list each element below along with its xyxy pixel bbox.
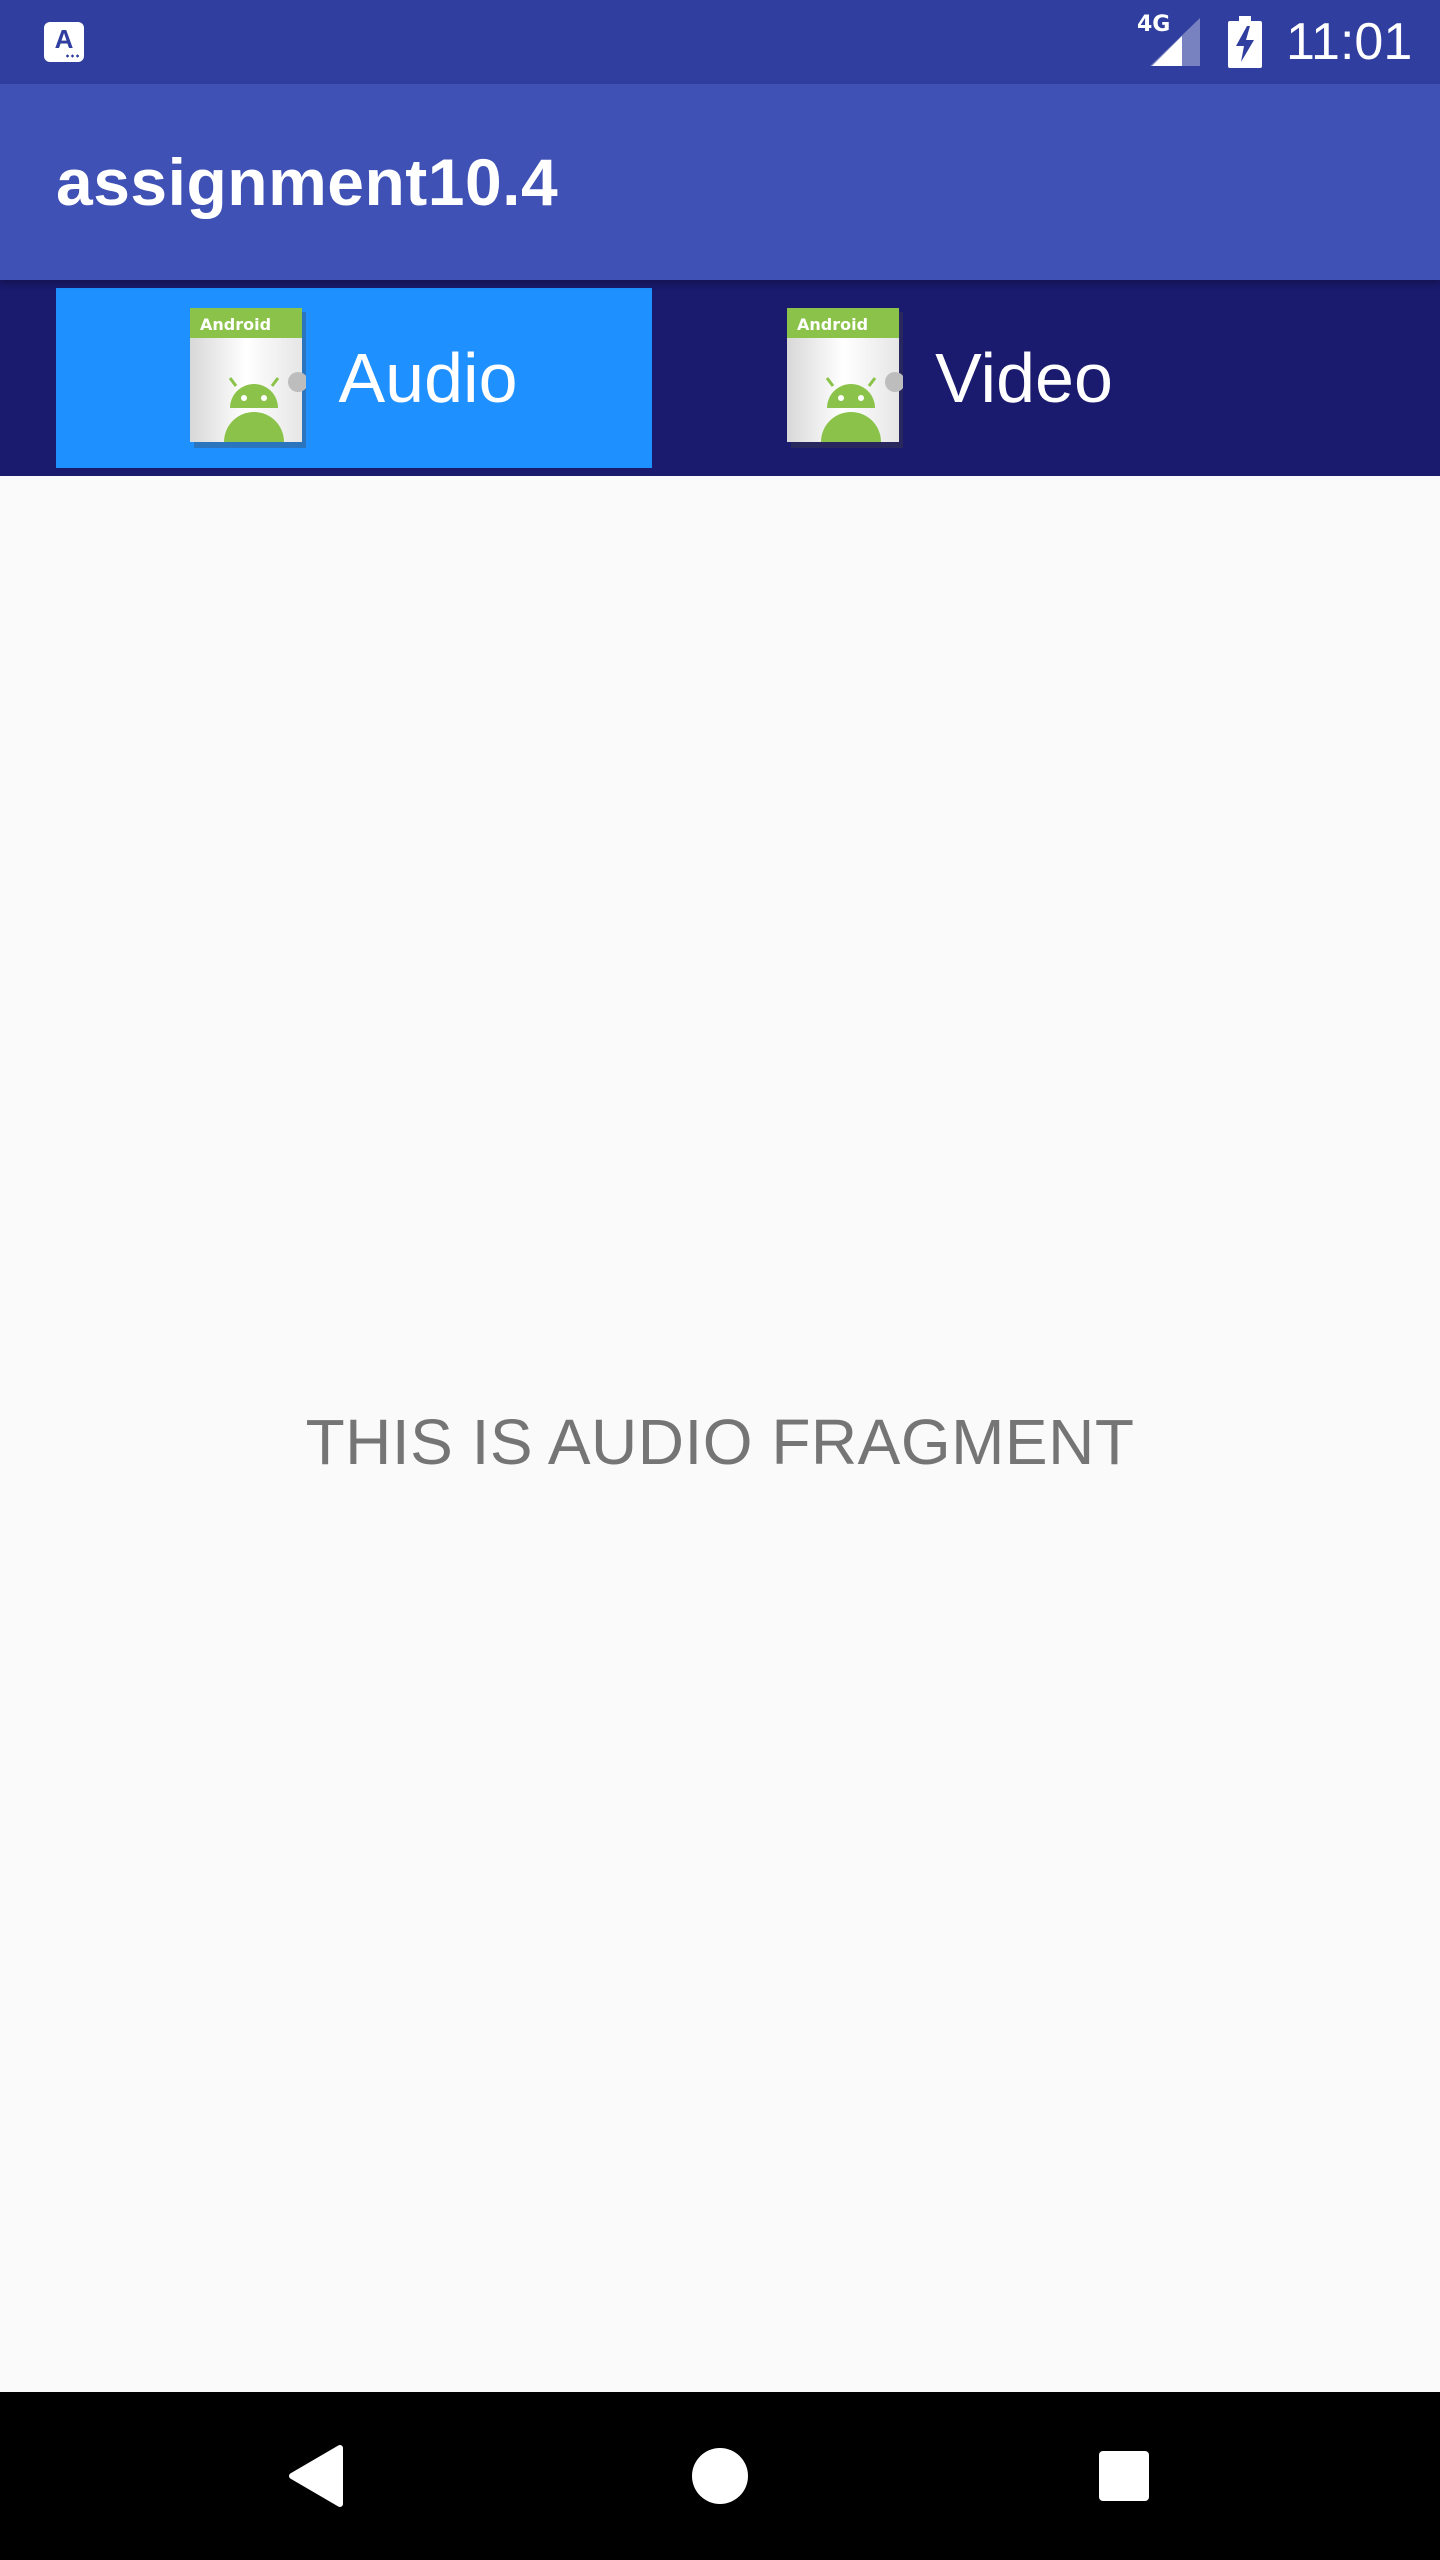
svg-text:Android: Android [797, 315, 868, 334]
tab-video-label: Video [935, 339, 1113, 417]
recents-button[interactable] [1084, 2436, 1164, 2516]
svg-text:Android: Android [200, 315, 271, 334]
status-bar: A 4G 11:01 [0, 0, 1440, 84]
app-bar: assignment10.4 [0, 84, 1440, 280]
notification-dots [65, 54, 79, 58]
android-icon: Android [190, 308, 307, 448]
notification-glyph: A [54, 24, 74, 54]
home-circle-icon [692, 2448, 748, 2504]
app-title: assignment10.4 [56, 145, 559, 219]
back-triangle-icon [289, 2445, 343, 2507]
tab-audio[interactable]: Android Audio [56, 288, 652, 468]
tab-bar: Android Audio Android Video [0, 280, 1440, 476]
home-button[interactable] [680, 2436, 760, 2516]
android-icon: Android [787, 308, 904, 448]
cell-signal-icon [1150, 18, 1200, 66]
recents-square-icon [1099, 2451, 1149, 2501]
status-time: 11:01 [1286, 13, 1413, 71]
fragment-message: THIS IS AUDIO FRAGMENT [305, 1406, 1135, 1478]
back-button[interactable] [276, 2436, 356, 2516]
battery-charging-icon [1228, 16, 1262, 68]
tab-audio-label: Audio [338, 339, 518, 417]
tab-video[interactable]: Android Video [652, 288, 1248, 468]
fragment-container: THIS IS AUDIO FRAGMENT [0, 476, 1440, 2392]
navigation-bar [0, 2392, 1440, 2560]
app-notification-icon: A [44, 22, 84, 62]
